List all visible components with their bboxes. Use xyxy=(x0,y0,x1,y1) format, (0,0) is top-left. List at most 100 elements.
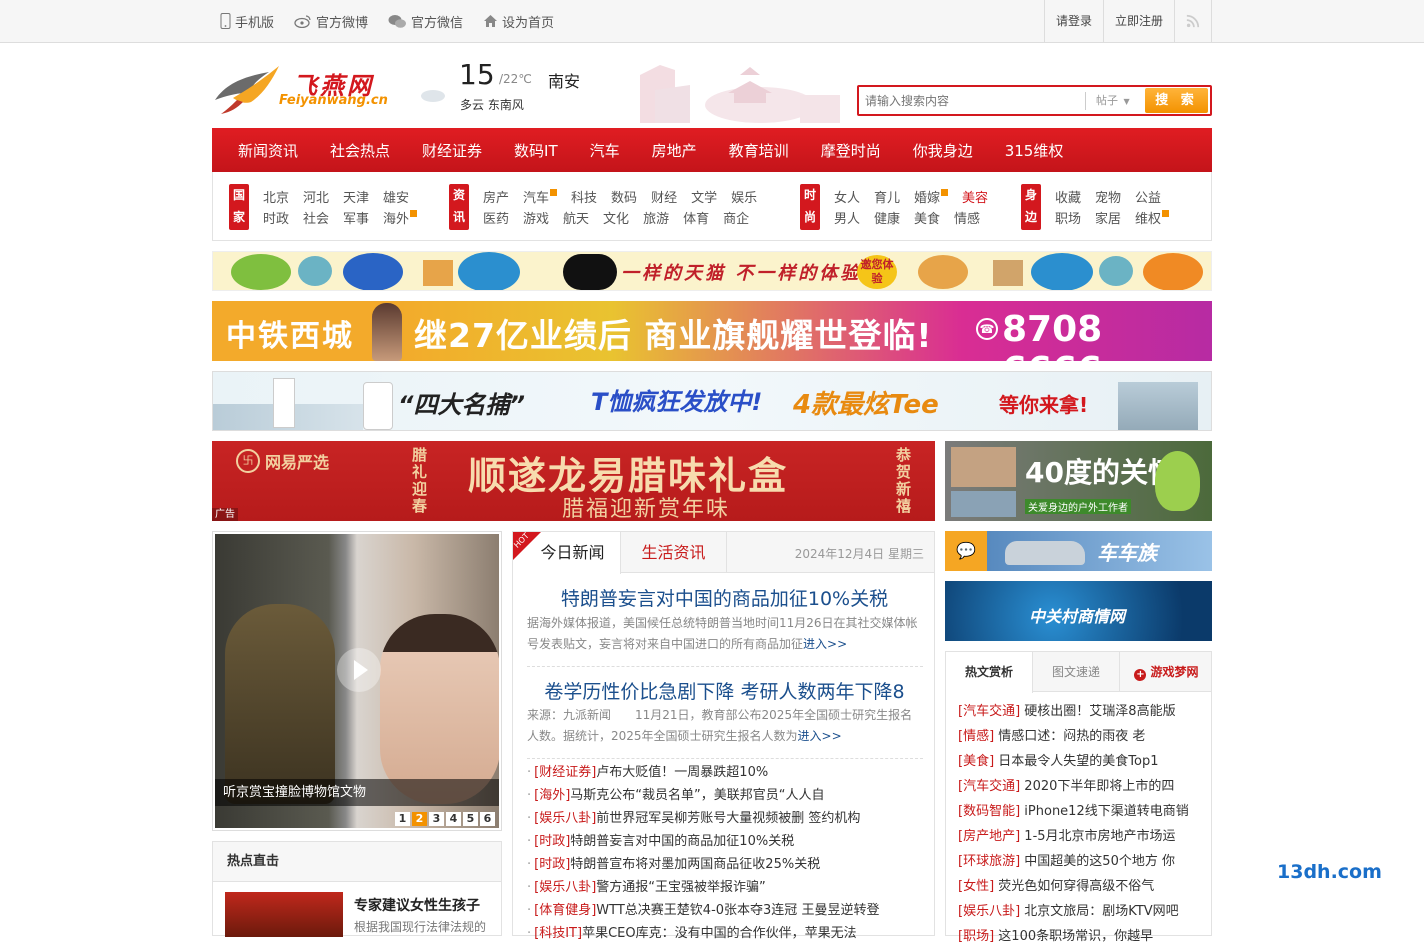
featured-category[interactable]: [女性] xyxy=(958,879,994,894)
subnav-link[interactable]: 科技 xyxy=(571,187,597,206)
subnav-link[interactable]: 河北 xyxy=(303,187,329,206)
featured-title[interactable]: 2020下半年即将上市的四 xyxy=(1024,779,1174,794)
featured-title[interactable]: 硬核出圈！艾瑞泽8高能版 xyxy=(1024,704,1175,719)
subnav-link[interactable]: 财经 xyxy=(651,187,677,206)
set-homepage-link[interactable]: 设为首页 xyxy=(483,12,554,31)
featured-list-item[interactable]: [环球旅游] 中国超美的这50个地方 你 xyxy=(958,849,1208,874)
tab-game-dream[interactable]: + 游戏梦网 xyxy=(1120,652,1213,692)
wechat-link[interactable]: 官方微信 xyxy=(388,12,463,31)
featured-category[interactable]: [汽车交通] xyxy=(958,779,1020,794)
nav-fashion[interactable]: 摩登时尚 xyxy=(805,140,897,161)
subnav-link[interactable]: 育儿 xyxy=(874,187,900,206)
subnav-link[interactable]: 情感 xyxy=(954,208,980,227)
featured-list-item[interactable]: [职场] 这100条职场常识，你越早 xyxy=(958,924,1208,949)
subnav-link[interactable]: 房产 xyxy=(483,187,509,206)
subnav-link[interactable]: 航天 xyxy=(563,208,589,227)
subnav-link[interactable]: 海外 xyxy=(383,212,409,227)
nav-finance[interactable]: 财经证券 xyxy=(406,140,498,161)
ad-banner-car[interactable]: 💬 车车族 xyxy=(945,531,1212,571)
subnav-link[interactable]: 旅游 xyxy=(643,208,669,227)
search-button[interactable]: 搜 索 xyxy=(1145,88,1208,113)
featured-category[interactable]: [环球旅游] xyxy=(958,854,1020,869)
tab-life-info[interactable]: 生活资讯 xyxy=(621,532,727,573)
tab-hot-articles[interactable]: 热文赏析 xyxy=(946,652,1033,693)
featured-list-item[interactable]: [娱乐八卦] 北京文旅局：剧场KTV网吧 xyxy=(958,899,1208,924)
news-title[interactable]: 前世界冠军吴柳芳账号大量视频被删 签约机构 xyxy=(596,811,860,826)
news-category[interactable]: [科技IT] xyxy=(534,926,582,941)
nav-digital[interactable]: 数码IT xyxy=(498,140,574,161)
subnav-link[interactable]: 公益 xyxy=(1135,187,1161,206)
subnav-link[interactable]: 雄安 xyxy=(383,187,409,206)
read-more-link-1[interactable]: 进入>> xyxy=(803,637,847,651)
nav-local[interactable]: 你我身边 xyxy=(897,140,989,161)
register-link[interactable]: 立即注册 xyxy=(1103,0,1174,42)
nav-education[interactable]: 教育培训 xyxy=(713,140,805,161)
news-list-item[interactable]: · [财经证券]卢布大贬值！一周暴跌超10% xyxy=(527,761,927,784)
subnav-link[interactable]: 美食 xyxy=(914,208,940,227)
nav-realestate[interactable]: 房地产 xyxy=(636,140,713,161)
subnav-link[interactable]: 北京 xyxy=(263,187,289,206)
featured-list-item[interactable]: [数码智能] iPhone12线下渠道转电商销 xyxy=(958,799,1208,824)
featured-category[interactable]: [职场] xyxy=(958,929,994,944)
slider-page-6[interactable]: 6 xyxy=(480,812,495,826)
news-list-item[interactable]: · [体育健身]WTT总决赛王楚钦4-0张本夺3连冠 王曼昱逆转登 xyxy=(527,899,927,922)
subnav-link[interactable]: 家居 xyxy=(1095,208,1121,227)
subnav-link[interactable]: 男人 xyxy=(834,208,860,227)
news-title[interactable]: 苹果CEO库克：没有中国的合作伙伴，苹果无法 xyxy=(582,926,857,941)
site-logo[interactable]: 飞燕网 Feiyanwang.cn xyxy=(213,62,388,118)
news-list-item[interactable]: · [时政]特朗普妄言对中国的商品加征10%关税 xyxy=(527,830,927,853)
ad-banner-ztxc[interactable]: 中铁西城 继27亿业绩后 商业旗舰耀世登临! ☎ 8708 6666 xyxy=(212,301,1212,361)
news-list-item[interactable]: · [科技IT]苹果CEO库克：没有中国的合作伙伴，苹果无法 xyxy=(527,922,927,945)
news-title[interactable]: 特朗普宣布将对墨加两国商品征收25%关税 xyxy=(570,857,820,872)
featured-title[interactable]: 中国超美的这50个地方 你 xyxy=(1024,854,1175,869)
featured-category[interactable]: [娱乐八卦] xyxy=(958,904,1020,919)
mobile-link[interactable]: 手机版 xyxy=(220,12,274,31)
slider-page-1[interactable]: 1 xyxy=(395,812,410,826)
subnav-link[interactable]: 维权 xyxy=(1135,212,1161,227)
headline-1[interactable]: 特朗普妄言对中国的商品加征10%关税 xyxy=(513,584,936,611)
slider-caption[interactable]: 听京赏宝撞脸博物馆文物 xyxy=(215,779,499,806)
featured-category[interactable]: [汽车交通] xyxy=(958,704,1020,719)
ad-banner-netease[interactable]: 卐 网易严选 腊礼迎春 顺遂龙易腊味礼盒 腊福迎新赏年味 恭贺新禧 广告 xyxy=(212,441,935,521)
featured-category[interactable]: [情感] xyxy=(958,729,994,744)
news-category[interactable]: [体育健身] xyxy=(534,903,596,918)
nav-315[interactable]: 315维权 xyxy=(989,140,1080,161)
featured-category[interactable]: [数码智能] xyxy=(958,804,1020,819)
subnav-link[interactable]: 婚嫁 xyxy=(914,191,940,206)
subnav-link[interactable]: 职场 xyxy=(1055,208,1081,227)
news-list-item[interactable]: · [娱乐八卦]前世界冠军吴柳芳账号大量视频被删 签约机构 xyxy=(527,807,927,830)
login-link[interactable]: 请登录 xyxy=(1044,0,1103,42)
featured-title[interactable]: 荧光色如何穿得高级不俗气 xyxy=(998,879,1154,894)
ad-banner-tmall[interactable]: 一样的天猫 不一样的体验 邀您体验 xyxy=(212,251,1212,291)
news-category[interactable]: [娱乐八卦] xyxy=(534,811,596,826)
subnav-link[interactable]: 体育 xyxy=(683,208,709,227)
featured-title[interactable]: 1-5月北京市房地产市场运 xyxy=(1024,829,1175,844)
subnav-link[interactable]: 健康 xyxy=(874,208,900,227)
ad-banner-zgc[interactable]: 中关村商情网 xyxy=(945,581,1212,641)
featured-title[interactable]: iPhone12线下渠道转电商销 xyxy=(1024,804,1188,819)
subnav-link[interactable]: 军事 xyxy=(343,208,369,227)
weather-city[interactable]: 南安 xyxy=(548,68,580,92)
subnav-link[interactable]: 天津 xyxy=(343,187,369,206)
news-title[interactable]: 马斯克公布“裁员名单”，美联邦官员“人人自 xyxy=(570,788,824,803)
featured-title[interactable]: 这100条职场常识，你越早 xyxy=(998,929,1153,944)
news-list-item[interactable]: · [海外]马斯克公布“裁员名单”，美联邦官员“人人自 xyxy=(527,784,927,807)
featured-list-item[interactable]: [房产地产] 1-5月北京市房地产市场运 xyxy=(958,824,1208,849)
read-more-link-2[interactable]: 进入>> xyxy=(798,729,842,743)
slider-page-4[interactable]: 4 xyxy=(446,812,461,826)
subnav-link[interactable]: 收藏 xyxy=(1055,187,1081,206)
news-list-item[interactable]: · [娱乐八卦]警方通报“王宝强被举报诈骗” xyxy=(527,876,927,899)
slider-page-2[interactable]: 2 xyxy=(412,812,427,826)
subnav-link[interactable]: 美容 xyxy=(962,187,988,206)
featured-title[interactable]: 北京文旅局：剧场KTV网吧 xyxy=(1024,904,1178,919)
photo-slider[interactable]: 听京赏宝撞脸博物馆文物 1 2 3 4 5 6 xyxy=(212,531,502,831)
featured-list-item[interactable]: [美食] 日本最令人失望的美食Top1 xyxy=(958,749,1208,774)
subnav-link[interactable]: 游戏 xyxy=(523,208,549,227)
ad-banner-tee[interactable]: “四大名捕” T恤疯狂发放中! 4款最炫Tee 等你来拿! xyxy=(212,371,1212,431)
subnav-link[interactable]: 时政 xyxy=(263,208,289,227)
news-list-item[interactable]: · [时政]特朗普宣布将对墨加两国商品征收25%关税 xyxy=(527,853,927,876)
news-category[interactable]: [时政] xyxy=(534,857,570,872)
search-type-select[interactable]: 帖子 ▼ xyxy=(1085,92,1143,110)
featured-list-item[interactable]: [女性] 荧光色如何穿得高级不俗气 xyxy=(958,874,1208,899)
slider-page-5[interactable]: 5 xyxy=(463,812,478,826)
